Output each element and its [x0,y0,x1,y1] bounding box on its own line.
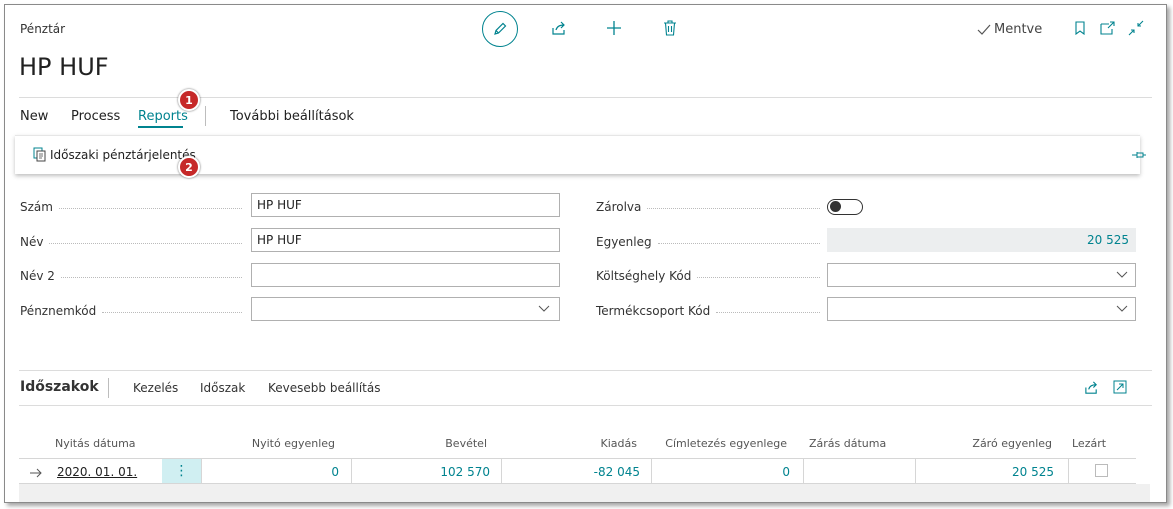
penznem-label-row: Pénznemkód [20,303,248,319]
bookmark-icon [1075,21,1085,35]
row-nyito-egyenleg[interactable]: 0 [205,465,339,479]
page-frame: Pénztár HP HUF Mentve New Process Report… [4,4,1167,503]
cell-divider [651,459,652,483]
cell-divider [351,459,352,483]
checkmark-icon [977,24,991,35]
menu-process[interactable]: Process [71,109,120,124]
row-actions-menu-button[interactable]: ⋮ [162,459,201,483]
penznem-label: Pénznemkód [20,304,97,318]
section-kezeles[interactable]: Kezelés [133,381,178,395]
egyenleg-label-row: Egyenleg [596,234,826,250]
zarolva-label-row: Zárolva [596,199,826,215]
col-bevetel[interactable]: Bevétel [355,437,487,450]
reports-active-underline [138,126,183,128]
row-nyitas-datuma[interactable]: 2020. 01. 01. [57,465,137,479]
bookmark-button[interactable] [1069,17,1091,39]
nev2-label-row: Név 2 [20,268,248,284]
nev2-label: Név 2 [20,269,55,283]
plus-icon [607,21,621,35]
nev-label: Név [20,235,44,249]
trash-icon [664,20,676,36]
open-new-window-icon [1100,21,1115,35]
share-icon [1084,380,1097,394]
cell-divider [803,459,804,483]
section-expand-button[interactable] [1111,378,1129,396]
section-top-divider [19,370,1152,371]
add-button[interactable] [597,11,631,45]
collapse-icon [1128,20,1144,36]
row-zaro-egyenleg[interactable]: 20 525 [920,465,1054,479]
zarolva-toggle[interactable] [827,199,863,215]
chevron-down-icon [1116,305,1128,312]
pencil-icon [494,22,507,35]
koltseghely-label: Költséghely Kód [596,269,692,283]
step-badge-2: 2 [178,156,200,178]
menu-more-options[interactable]: További beállítások [230,109,354,124]
menu-reports[interactable]: Reports [138,109,188,124]
egyenleg-label: Egyenleg [596,235,652,249]
zarolva-label: Zárolva [596,200,642,214]
pin-button[interactable] [1130,147,1148,163]
termekcsoport-label: Termékcsoport Kód [596,304,711,318]
share-button[interactable] [542,11,576,45]
egyenleg-value[interactable]: 20 525 [827,228,1136,252]
section-separator [108,378,109,398]
table-empty-area [19,484,1150,502]
col-nyito-egyenleg[interactable]: Nyitó egyenleg [205,437,335,450]
report-icon [33,147,46,162]
cell-divider [201,459,202,483]
delete-button[interactable] [653,11,687,45]
saved-status: Mentve [977,22,1042,37]
menu-separator [205,106,206,126]
row-kiadas[interactable]: -82 045 [505,465,640,479]
cell-divider [1068,459,1069,483]
cell-divider [915,459,916,483]
menu-new[interactable]: New [20,109,48,124]
collapse-button[interactable] [1125,17,1147,39]
col-lezart[interactable]: Lezárt [1072,437,1106,450]
page-caption: Pénztár [20,22,66,36]
koltseghely-dropdown[interactable] [827,263,1136,287]
step-badge-1: 1 [178,89,200,111]
pin-icon [1132,152,1146,158]
nev2-field[interactable] [251,263,560,287]
termekcsoport-dropdown[interactable] [827,297,1136,321]
nev-field[interactable]: HP HUF [251,228,560,252]
saved-label: Mentve [994,22,1043,37]
section-kevesebb[interactable]: Kevesebb beállítás [268,381,381,395]
koltseghely-label-row: Költséghely Kód [596,268,826,284]
nev-label-row: Név [20,234,248,250]
periodic-cash-report-label: Időszaki pénztárjelentés [50,147,196,162]
share-icon [552,21,565,35]
open-new-window-button[interactable] [1097,17,1119,39]
col-cimletezes-egyenlege[interactable]: Címletezés egyenlege [645,437,787,450]
section-title[interactable]: Időszakok [20,379,99,395]
section-bottom-divider [19,405,1152,406]
page-title: HP HUF [19,53,109,81]
row-selected-arrow-icon [29,464,43,483]
periodic-cash-report-action[interactable]: Időszaki pénztárjelentés [33,147,196,162]
chevron-down-icon [1116,271,1128,278]
penznem-dropdown[interactable] [251,297,560,321]
row-lezart-checkbox[interactable] [1095,464,1108,477]
termekcsoport-label-row: Termékcsoport Kód [596,303,826,319]
chevron-down-icon [538,305,550,312]
col-nyitas-datuma[interactable]: Nyitás dátuma [55,437,136,450]
szam-label: Szám [20,200,53,214]
szam-field[interactable]: HP HUF [251,193,560,217]
col-kiadas[interactable]: Kiadás [505,437,637,450]
edit-button[interactable] [482,11,518,47]
section-share-button[interactable] [1082,378,1100,396]
expand-icon [1113,380,1127,394]
section-idoszak[interactable]: Időszak [200,381,245,395]
row-cimletezes[interactable]: 0 [655,465,790,479]
col-zaras-datuma[interactable]: Zárás dátuma [809,437,886,450]
col-zaro-egyenleg[interactable]: Záró egyenleg [915,437,1052,450]
row-bevetel[interactable]: 102 570 [355,465,490,479]
szam-label-row: Szám [20,199,248,215]
cell-divider [501,459,502,483]
